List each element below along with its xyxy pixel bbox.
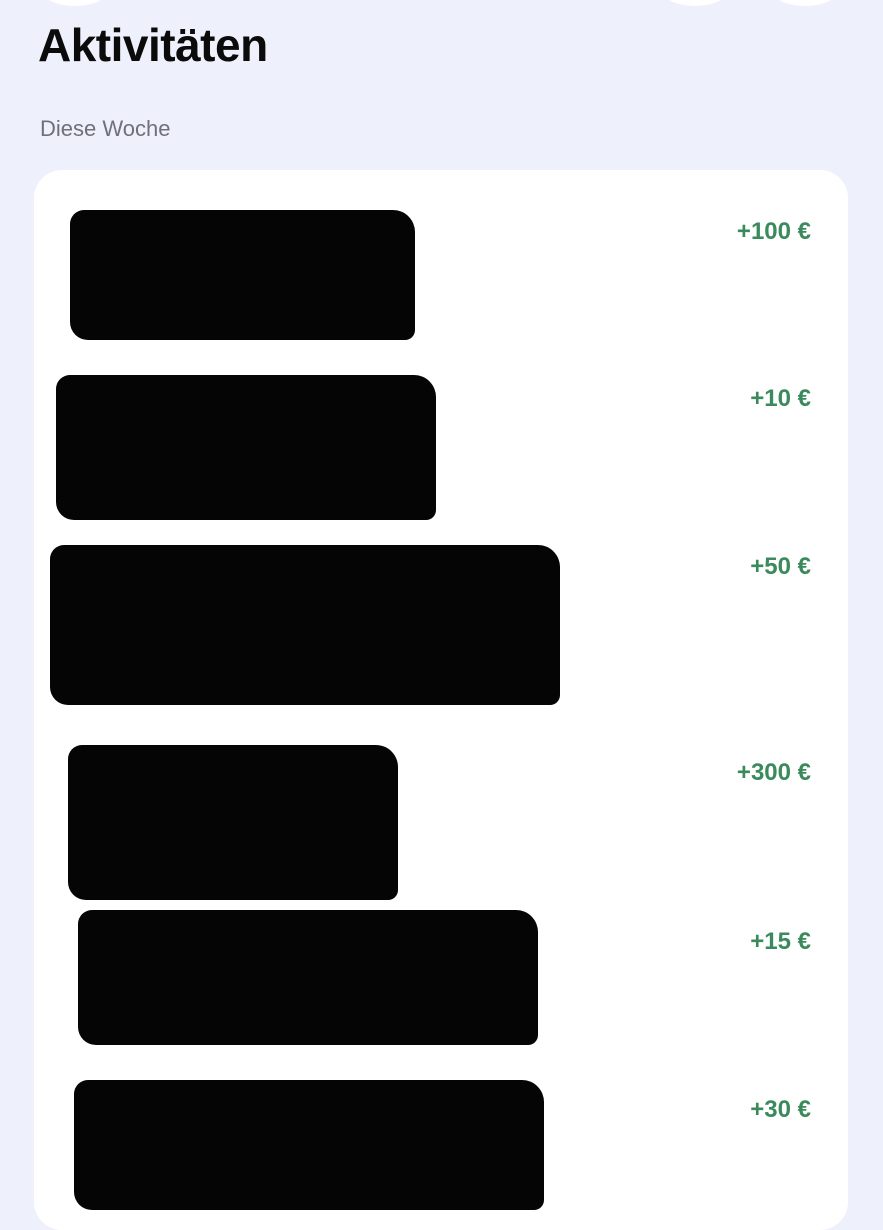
transaction-row[interactable]: +100 € <box>34 210 848 360</box>
redacted-description <box>50 545 560 705</box>
status-area <box>0 0 883 8</box>
section-label: Diese Woche <box>40 116 171 141</box>
redacted-description <box>74 1080 544 1210</box>
transaction-row[interactable]: +15 € <box>34 910 848 1060</box>
page-title: Aktivitäten <box>38 19 268 71</box>
transaction-row[interactable]: +300 € <box>34 745 848 900</box>
transaction-amount: +15 € <box>750 928 811 955</box>
top-button-right-2[interactable] <box>770 0 840 6</box>
transaction-row[interactable]: +30 € <box>34 1080 848 1230</box>
top-button-left[interactable] <box>40 0 110 6</box>
transaction-row[interactable]: +10 € <box>34 375 848 525</box>
transaction-amount: +100 € <box>736 218 811 245</box>
transaction-amount: +50 € <box>750 553 811 580</box>
transaction-row[interactable]: +50 € <box>34 545 848 705</box>
transaction-amount: +10 € <box>750 385 811 412</box>
redacted-description <box>68 745 398 900</box>
top-button-right-1[interactable] <box>660 0 730 6</box>
redacted-description <box>78 910 538 1045</box>
transaction-amount: +300 € <box>736 759 811 786</box>
redacted-description <box>70 210 415 340</box>
redacted-description <box>56 375 436 520</box>
activity-card: +100 € +10 € +50 € +300 € +15 € +30 € <box>34 170 848 1230</box>
transaction-amount: +30 € <box>750 1096 811 1123</box>
